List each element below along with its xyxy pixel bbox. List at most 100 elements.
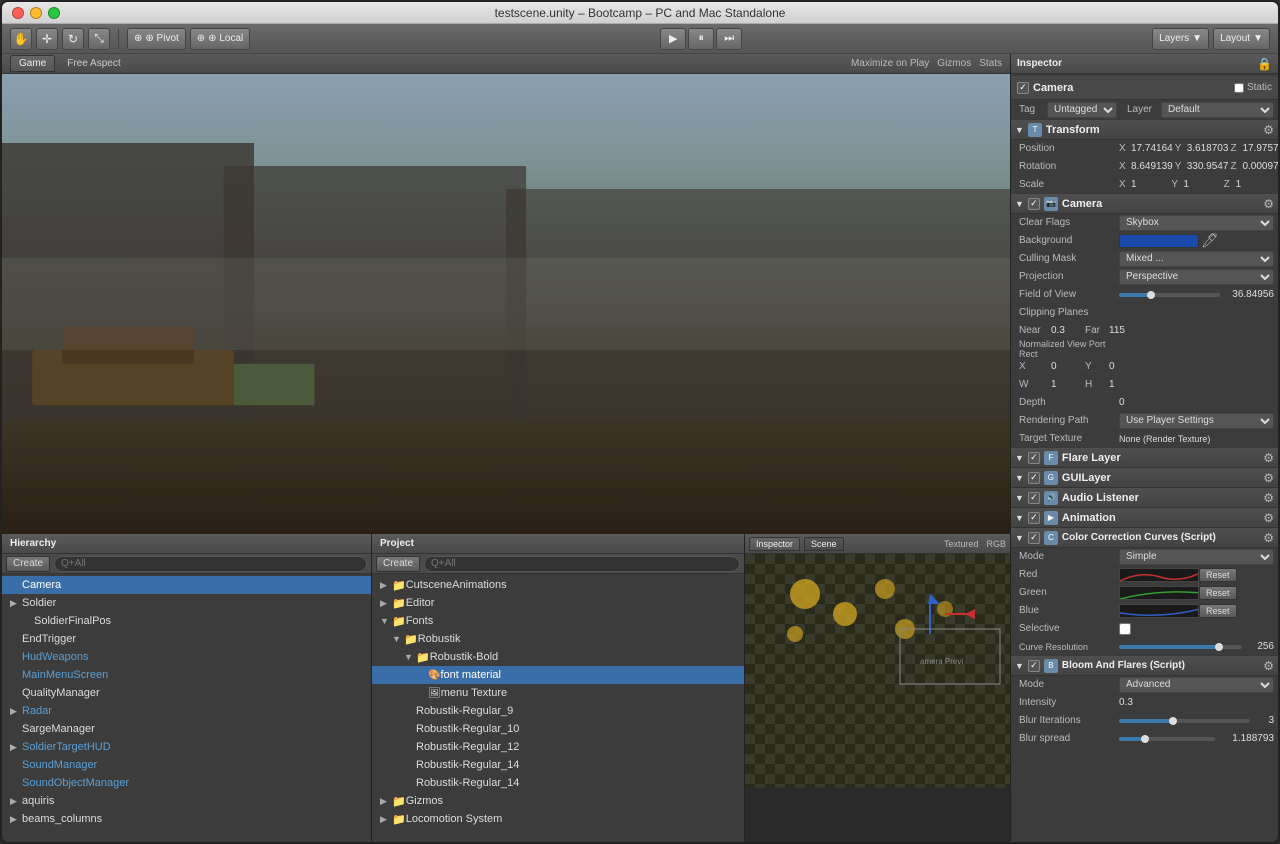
project-item[interactable]: Robustik-Regular_10 (372, 720, 744, 738)
transform-gear-icon[interactable]: ⚙ (1263, 123, 1274, 137)
color-correction-gear-icon[interactable]: ⚙ (1263, 531, 1274, 545)
scale-y-value[interactable]: 1 (1183, 179, 1221, 190)
hand-tool-button[interactable]: ✋ (10, 28, 32, 50)
green-reset-button[interactable]: Reset (1199, 586, 1237, 600)
window-controls[interactable] (12, 7, 60, 19)
hierarchy-item[interactable]: Camera (2, 576, 371, 594)
maximize-button[interactable] (48, 7, 60, 19)
bloom-gear-icon[interactable]: ⚙ (1263, 659, 1274, 673)
red-curve-display[interactable] (1119, 568, 1199, 582)
static-checkbox[interactable]: Static (1234, 82, 1272, 93)
hierarchy-item[interactable]: ▶aquiris (2, 792, 371, 810)
close-button[interactable] (12, 7, 24, 19)
hierarchy-item[interactable]: ▶beams_columns (2, 810, 371, 828)
bloom-checkbox[interactable]: ✓ (1028, 660, 1040, 672)
layer-select[interactable]: Default (1161, 102, 1274, 118)
blur-spread-track[interactable] (1119, 737, 1215, 741)
tag-select[interactable]: Untagged (1047, 102, 1117, 118)
viewport-x-value[interactable]: 0 (1051, 361, 1081, 372)
flare-layer-foldout[interactable]: ▼ ✓ F Flare Layer ⚙ (1011, 448, 1278, 468)
green-curve-display[interactable] (1119, 586, 1199, 600)
hierarchy-item[interactable]: EndTrigger (2, 630, 371, 648)
hierarchy-search-input[interactable] (54, 556, 367, 572)
position-y-value[interactable]: 3.618703 (1187, 143, 1229, 154)
bloom-mode-select[interactable]: Advanced (1119, 677, 1274, 693)
project-item[interactable]: Robustik-Regular_12 (372, 738, 744, 756)
bloom-intensity-value[interactable]: 0.3 (1119, 697, 1274, 708)
hierarchy-item[interactable]: MainMenuScreen (2, 666, 371, 684)
project-item[interactable]: ▶📁 Gizmos (372, 792, 744, 810)
project-item[interactable]: 🖼 menu Texture (372, 684, 744, 702)
maximize-on-play-label[interactable]: Maximize on Play (851, 58, 929, 69)
rotation-x-value[interactable]: 8.649139 (1131, 161, 1173, 172)
animation-foldout[interactable]: ▼ ✓ ▶ Animation ⚙ (1011, 508, 1278, 528)
static-checkbox-input[interactable] (1234, 83, 1244, 93)
blue-curve-display[interactable] (1119, 604, 1199, 618)
depth-value[interactable]: 0 (1119, 397, 1274, 408)
hierarchy-item[interactable]: SoundManager (2, 756, 371, 774)
scale-tool-button[interactable]: ⤡ (88, 28, 110, 50)
project-item[interactable]: Robustik-Regular_14 (372, 774, 744, 792)
position-z-value[interactable]: 17.97578 (1242, 143, 1278, 154)
color-correction-foldout[interactable]: ▼ ✓ C Color Correction Curves (Script) ⚙ (1011, 528, 1278, 548)
rotation-z-value[interactable]: 0.0009765625 (1242, 161, 1278, 172)
pause-button[interactable]: ⏸ (688, 28, 714, 50)
layout-button[interactable]: Layout ▼ (1213, 28, 1270, 50)
hierarchy-create-button[interactable]: Create (6, 556, 50, 572)
curve-resolution-track[interactable] (1119, 645, 1242, 649)
inspector-mini-tab[interactable]: Inspector (749, 537, 800, 551)
project-item[interactable]: Robustik-Regular_9 (372, 702, 744, 720)
pivot-button[interactable]: ⊕ ⊕ Pivot (127, 28, 186, 50)
viewport-y-value[interactable]: 0 (1109, 361, 1139, 372)
object-enabled-checkbox[interactable]: ✓ (1017, 82, 1029, 94)
flare-layer-checkbox[interactable]: ✓ (1028, 452, 1040, 464)
minimize-button[interactable] (30, 7, 42, 19)
position-x-value[interactable]: 17.74164 (1131, 143, 1173, 154)
hierarchy-item[interactable]: ▶SoldierTargetHUD (2, 738, 371, 756)
camera-foldout[interactable]: ▼ ✓ 📷 Camera ⚙ (1011, 194, 1278, 214)
project-item[interactable]: 🎨 font material (372, 666, 744, 684)
project-item[interactable]: ▶📁 CutsceneAnimations (372, 576, 744, 594)
hierarchy-item[interactable]: ▶Radar (2, 702, 371, 720)
project-search-input[interactable] (424, 556, 740, 572)
curve-resolution-thumb[interactable] (1215, 643, 1223, 651)
project-item[interactable]: ▼📁 Robustik-Bold (372, 648, 744, 666)
step-button[interactable]: ⏭ (716, 28, 742, 50)
project-item[interactable]: ▶📁 Editor (372, 594, 744, 612)
fov-slider-thumb[interactable] (1147, 291, 1155, 299)
scale-z-value[interactable]: 1 (1236, 179, 1274, 190)
blur-spread-value[interactable]: 1.188793 (1219, 733, 1274, 744)
layers-button[interactable]: Layers ▼ (1152, 28, 1209, 50)
background-color-swatch[interactable] (1119, 234, 1199, 248)
fov-slider-track[interactable] (1119, 293, 1220, 297)
project-item[interactable]: ▶📁 Locomotion System (372, 810, 744, 828)
move-tool-button[interactable]: ✛ (36, 28, 58, 50)
stats-label[interactable]: Stats (979, 58, 1002, 69)
audio-listener-checkbox[interactable]: ✓ (1028, 492, 1040, 504)
transform-foldout[interactable]: ▼ T Transform ⚙ (1011, 120, 1278, 140)
blur-iterations-track[interactable] (1119, 719, 1250, 723)
blue-reset-button[interactable]: Reset (1199, 604, 1237, 618)
scene-mini-tab[interactable]: Scene (804, 537, 844, 551)
project-item[interactable]: ▼📁 Fonts (372, 612, 744, 630)
animation-checkbox[interactable]: ✓ (1028, 512, 1040, 524)
far-value[interactable]: 115 (1109, 325, 1139, 336)
project-item[interactable]: ▼📁 Robustik (372, 630, 744, 648)
hierarchy-item[interactable]: SoundObjectManager (2, 774, 371, 792)
gizmos-label[interactable]: Gizmos (937, 58, 971, 69)
project-create-button[interactable]: Create (376, 556, 420, 572)
hierarchy-item[interactable]: QualityManager (2, 684, 371, 702)
fov-value[interactable]: 36.84956 (1224, 289, 1274, 300)
audio-listener-gear-icon[interactable]: ⚙ (1263, 491, 1274, 505)
aspect-dropdown[interactable]: Free Aspect (67, 58, 120, 69)
hierarchy-item[interactable]: SargeManager (2, 720, 371, 738)
rotate-tool-button[interactable]: ↻ (62, 28, 84, 50)
gui-layer-foldout[interactable]: ▼ ✓ G GUILayer ⚙ (1011, 468, 1278, 488)
viewport-w-value[interactable]: 1 (1051, 379, 1081, 390)
camera-gear-icon[interactable]: ⚙ (1263, 197, 1274, 211)
blur-iterations-thumb[interactable] (1169, 717, 1177, 725)
play-button[interactable]: ▶ (660, 28, 686, 50)
blur-iterations-value[interactable]: 3 (1254, 715, 1274, 726)
scale-x-value[interactable]: 1 (1131, 179, 1169, 190)
project-item[interactable]: Robustik-Regular_14 (372, 756, 744, 774)
